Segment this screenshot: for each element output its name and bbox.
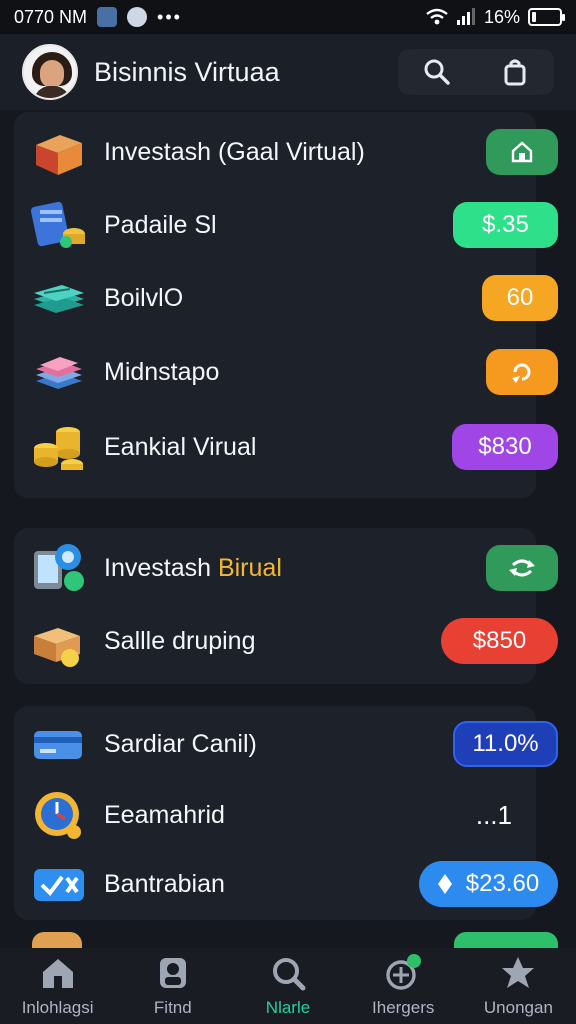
list-item[interactable]: Bantrabian $23.60	[0, 849, 558, 919]
nav-label: Fitnd	[153, 998, 192, 1017]
refresh-button[interactable]	[486, 349, 558, 395]
refresh-icon	[509, 559, 535, 577]
value-text: 60	[506, 284, 534, 311]
notification-app-icon	[97, 7, 118, 27]
value-button[interactable]: $.35	[453, 202, 558, 248]
list-item-label: Sallle druping	[104, 626, 256, 655]
status-bar: 0770 NM ••• 16%	[0, 0, 576, 34]
card-icon	[30, 201, 85, 248]
star-icon	[502, 957, 535, 988]
app-header: Bisinnis Virtuaa	[0, 34, 576, 110]
list-item[interactable]: Midnstapo	[0, 337, 558, 407]
phone-icon	[34, 544, 84, 591]
battery-icon	[528, 8, 565, 26]
list-item-label-main: Investash	[104, 553, 218, 582]
next-item-value	[454, 932, 558, 948]
notification-drop-icon	[127, 7, 148, 27]
nav-targets[interactable]: Ihergers	[346, 948, 461, 1024]
refresh-icon	[512, 363, 531, 383]
list-item-label: Eankial Virual	[104, 432, 257, 461]
list-item-label: Investash (Gaal Virtual)	[104, 137, 365, 166]
check-icon	[34, 869, 84, 901]
list-item-label: Padaile Sl	[104, 210, 217, 239]
list-item-label: Midnstapo	[104, 357, 220, 386]
target-icon	[386, 954, 422, 990]
boxes-coin-icon	[34, 628, 80, 667]
value-text: ...1	[475, 799, 512, 830]
signal-icon	[456, 8, 475, 25]
page-title: Bisinnis Virtuaa	[94, 56, 280, 87]
list-item-label: Eeamahrid	[104, 800, 225, 829]
nav-label: Inlohlagsi	[21, 998, 94, 1017]
list-item[interactable]: Eankial Virual $830	[0, 412, 558, 482]
house-icon	[511, 141, 533, 163]
value-button[interactable]: $830	[452, 424, 558, 470]
status-time: 0770 NM	[14, 6, 88, 27]
clock-icon	[35, 792, 81, 839]
box-icon	[36, 135, 82, 175]
list-item[interactable]: Eeamahrid ...1	[0, 780, 546, 850]
nav-label: Nlarle	[265, 998, 311, 1017]
list-item-label: BoilvlO	[104, 283, 184, 312]
bottom-navigation: Inlohlagsi Fitnd Nlarle Ihergers Unongan	[0, 948, 576, 1024]
nav-home[interactable]: Inlohlagsi	[0, 948, 115, 1024]
diamond-icon	[437, 874, 452, 894]
credit-card-icon	[34, 731, 82, 759]
nav-label: Ihergers	[372, 998, 435, 1017]
bag-icon[interactable]	[500, 57, 530, 87]
value-button[interactable]: $23.60	[419, 861, 558, 907]
nav-profile[interactable]: Fitnd	[115, 948, 230, 1024]
list-item[interactable]: Sallle druping $850	[0, 606, 558, 676]
value-text: $850	[472, 627, 527, 654]
avatar[interactable]	[22, 44, 78, 100]
money-stack-icon	[34, 285, 84, 313]
list-item[interactable]: Sardiar Canil) 11.0%	[0, 709, 558, 779]
value-text: $830	[478, 433, 532, 460]
battery-percent: 16%	[483, 6, 520, 27]
next-item-icon	[32, 932, 82, 948]
value-text: $23.60	[465, 870, 540, 897]
list-item[interactable]: BoilvlO 60	[0, 263, 558, 333]
list-item[interactable]: Investash (Gaal Virtual)	[0, 117, 558, 187]
more-notifications-icon: •••	[157, 6, 182, 27]
wifi-icon	[426, 8, 448, 25]
list-item-label: Investash Birual	[104, 554, 282, 583]
nav-search[interactable]: Nlarle	[230, 948, 345, 1024]
value-button[interactable]: $850	[441, 618, 558, 664]
house-button[interactable]	[486, 129, 558, 175]
list-item[interactable]: Padaile Sl $.35	[0, 190, 558, 260]
nav-label: Unongan	[483, 998, 553, 1017]
list-item[interactable]: Investash Birual	[0, 533, 558, 603]
header-actions	[398, 49, 554, 95]
search-icon[interactable]	[422, 57, 452, 87]
books-icon	[36, 357, 82, 389]
value-button[interactable]: 60	[482, 275, 558, 321]
coins-icon	[34, 427, 83, 470]
search-icon	[273, 958, 306, 991]
value-text: 11.0%	[472, 730, 539, 757]
nav-favorites[interactable]: Unongan	[461, 948, 576, 1024]
value-text: $.35	[482, 211, 529, 238]
list-item-label: Bantrabian	[104, 869, 225, 898]
value-button[interactable]: 11.0%	[453, 721, 558, 767]
list-item-label: Sardiar Canil)	[104, 729, 257, 758]
refresh-button[interactable]	[486, 545, 558, 591]
list-item-label-accent: Birual	[217, 553, 282, 582]
home-icon	[42, 959, 73, 988]
person-icon	[159, 958, 186, 988]
